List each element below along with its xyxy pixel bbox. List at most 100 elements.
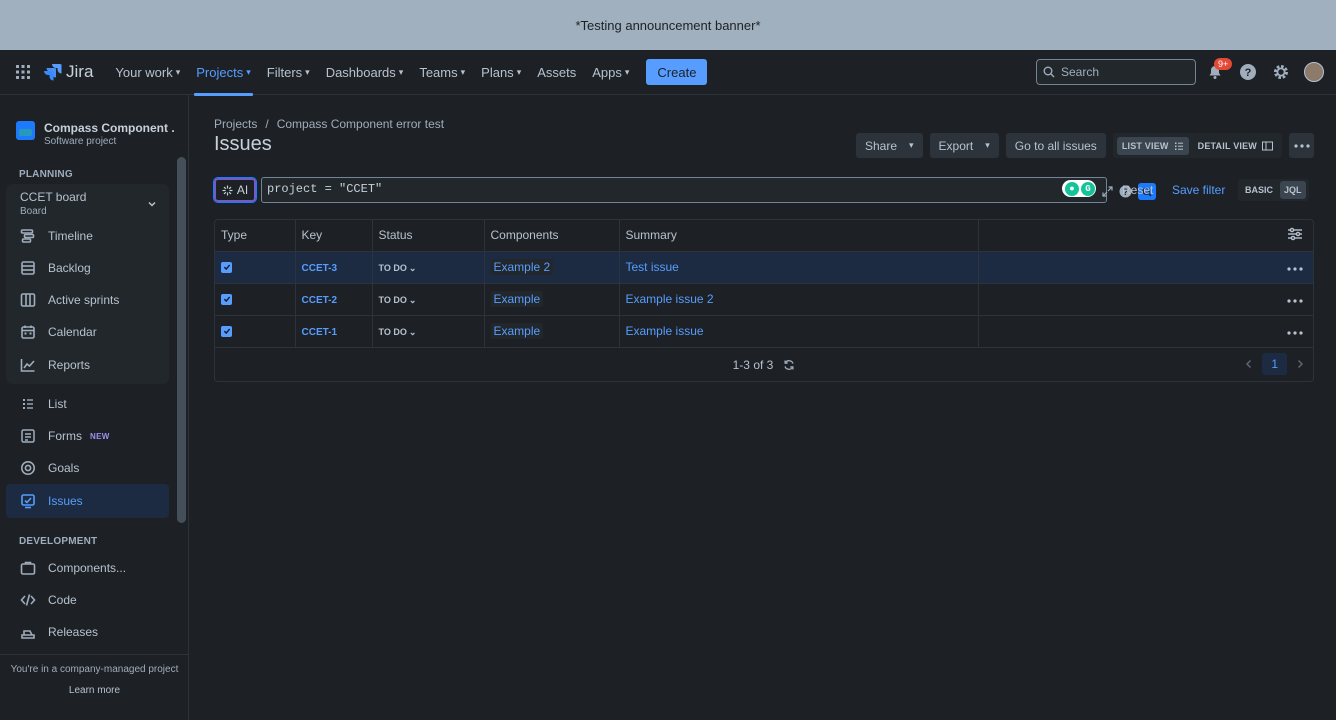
components-cell[interactable]: Example 2	[484, 251, 620, 284]
issue-summary[interactable]: Example issue	[626, 324, 704, 338]
breadcrumb-project[interactable]: Compass Component error test	[277, 117, 444, 131]
summary-cell[interactable]: Example issue	[619, 315, 979, 348]
key-cell[interactable]: CCET-3	[295, 251, 373, 284]
search-icon	[1043, 66, 1055, 78]
status-cell[interactable]: TO DO ⌄	[372, 315, 485, 348]
export-button[interactable]: Export ▾	[929, 133, 999, 158]
learn-more-link[interactable]: Learn more	[0, 685, 189, 696]
ai-button[interactable]: AI	[214, 178, 256, 202]
sidebar-item-timeline[interactable]: Timeline	[20, 228, 93, 244]
nav-label: Filters	[266, 64, 303, 80]
jql-query-input[interactable]: project = "CCET" ● G ?	[261, 177, 1156, 203]
banner-text: *Testing announcement banner*	[575, 17, 761, 33]
component-tag[interactable]: Example	[490, 291, 544, 307]
sidebar-item-issues[interactable]: Issues	[6, 484, 169, 518]
table-row[interactable]: CCET-3 TO DO ⌄ Example 2 Test issue	[215, 251, 1313, 284]
column-header-summary[interactable]: Summary	[619, 220, 979, 252]
profile-button[interactable]	[1304, 59, 1324, 85]
reset-button[interactable]: Reset	[1122, 183, 1153, 197]
issue-key[interactable]: CCET-2	[302, 295, 338, 306]
sidebar-item-calendar[interactable]: Calendar	[20, 324, 97, 340]
detail-view-button[interactable]: DETAIL VIEW	[1193, 137, 1278, 155]
chevron-left-icon[interactable]	[1244, 359, 1254, 369]
sidebar-item-active-sprints[interactable]: Active sprints	[20, 292, 119, 308]
row-actions[interactable]	[978, 283, 1313, 316]
summary-cell[interactable]: Example issue 2	[619, 283, 979, 316]
status-dropdown[interactable]: TO DO ⌄	[379, 327, 417, 338]
expand-icon[interactable]	[1102, 186, 1113, 197]
page-button-current[interactable]: 1	[1262, 353, 1287, 375]
nav-teams[interactable]: Teams ▾	[419, 50, 465, 95]
issue-summary[interactable]: Example issue 2	[626, 292, 714, 306]
type-cell	[215, 251, 296, 284]
sidebar-item-releases[interactable]: Releases	[20, 624, 98, 640]
column-header-key[interactable]: Key	[295, 220, 373, 252]
nav-projects[interactable]: Projects ▾	[194, 50, 253, 96]
sparkle-icon	[222, 185, 233, 195]
project-header[interactable]: Compass Component ... Software project	[16, 121, 174, 147]
save-filter-button[interactable]: Save filter	[1172, 183, 1225, 197]
jira-logo[interactable]: Jira	[44, 62, 93, 82]
column-header-type[interactable]: Type	[215, 220, 296, 252]
nav-filters[interactable]: Filters ▾	[267, 50, 310, 95]
chevron-down-icon[interactable]	[147, 199, 157, 209]
issue-key[interactable]: CCET-1	[302, 327, 338, 338]
table-row[interactable]: CCET-1 TO DO ⌄ Example Example issue	[215, 315, 1313, 348]
page-title: Issues	[214, 133, 272, 155]
app-switcher-icon[interactable]	[10, 59, 36, 85]
components-cell[interactable]: Example	[484, 283, 620, 316]
grammarly-widget[interactable]: ● G	[1062, 180, 1096, 197]
row-actions[interactable]	[978, 315, 1313, 348]
basic-mode-button[interactable]: BASIC	[1241, 181, 1277, 199]
status-dropdown[interactable]: TO DO ⌄	[379, 263, 417, 274]
sidebar-item-goals[interactable]: Goals	[20, 460, 79, 476]
notification-badge: 9+	[1214, 58, 1233, 70]
table-row[interactable]: CCET-2 TO DO ⌄ Example Example issue 2	[215, 283, 1313, 316]
project-name: Compass Component ...	[44, 121, 174, 135]
component-tag[interactable]: Example	[490, 323, 544, 339]
list-view-button[interactable]: LIST VIEW	[1116, 136, 1189, 155]
nav-plans[interactable]: Plans ▾	[481, 50, 521, 95]
notifications-button[interactable]: 9+	[1205, 58, 1233, 85]
search-input[interactable]: Search	[1036, 59, 1196, 85]
help-button[interactable]: ?	[1238, 59, 1258, 85]
nav-your-work[interactable]: Your work ▾	[115, 50, 180, 95]
create-button[interactable]: Create	[646, 59, 708, 85]
page-actions: Share ▾ Export ▾ Go to all issues LIST VIE…	[855, 133, 1314, 158]
component-tag[interactable]: Example 2	[490, 259, 554, 275]
column-header-status[interactable]: Status	[372, 220, 485, 252]
column-settings[interactable]	[978, 220, 1313, 252]
sidebar-item-list[interactable]: List	[20, 396, 67, 412]
footer-text: You're in a company-managed project	[10, 664, 179, 675]
status-cell[interactable]: TO DO ⌄	[372, 251, 485, 284]
detail-view-icon	[1262, 141, 1273, 150]
board-selector[interactable]: CCET board Board	[20, 190, 86, 217]
nav-assets[interactable]: Assets	[537, 50, 576, 95]
sidebar-item-backlog[interactable]: Backlog	[20, 260, 91, 276]
sidebar-item-forms[interactable]: Forms NEW	[20, 428, 110, 444]
sidebar-item-reports[interactable]: Reports	[20, 357, 90, 373]
sidebar-item-components[interactable]: Components...	[20, 560, 126, 576]
components-cell[interactable]: Example	[484, 315, 620, 348]
sidebar-scrollbar[interactable]	[177, 157, 186, 523]
row-actions[interactable]	[978, 251, 1313, 284]
settings-button[interactable]	[1271, 59, 1291, 85]
breadcrumb-projects[interactable]: Projects	[214, 117, 257, 131]
chevron-right-icon[interactable]	[1295, 359, 1305, 369]
issue-summary[interactable]: Test issue	[626, 260, 679, 274]
status-cell[interactable]: TO DO ⌄	[372, 283, 485, 316]
jql-mode-button[interactable]: JQL	[1280, 181, 1306, 199]
column-header-components[interactable]: Components	[484, 220, 620, 252]
summary-cell[interactable]: Test issue	[619, 251, 979, 284]
sidebar-item-code[interactable]: Code	[20, 592, 77, 608]
refresh-icon[interactable]	[783, 359, 795, 371]
nav-apps[interactable]: Apps ▾	[592, 50, 629, 95]
issue-key[interactable]: CCET-3	[302, 263, 338, 274]
share-button[interactable]: Share ▾	[855, 133, 923, 158]
more-actions-button[interactable]	[1289, 133, 1314, 158]
go-to-all-issues-button[interactable]: Go to all issues	[1005, 133, 1106, 158]
status-dropdown[interactable]: TO DO ⌄	[379, 295, 417, 306]
nav-dashboards[interactable]: Dashboards ▾	[326, 50, 404, 95]
key-cell[interactable]: CCET-1	[295, 315, 373, 348]
key-cell[interactable]: CCET-2	[295, 283, 373, 316]
